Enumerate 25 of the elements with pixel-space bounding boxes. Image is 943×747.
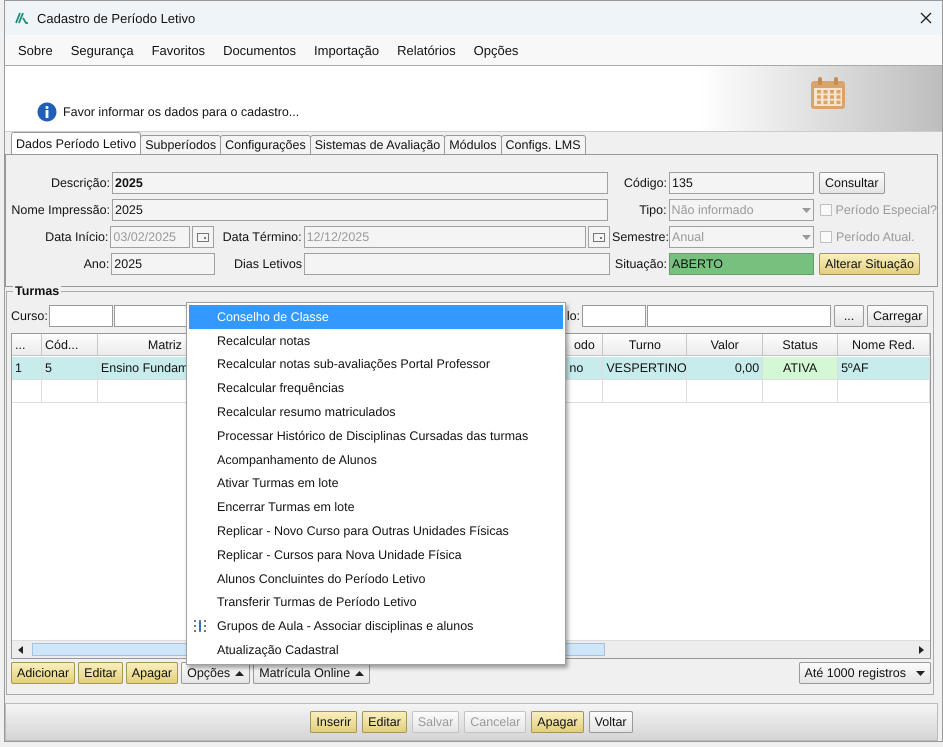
- field-label: Nome Impressão:: [10, 203, 110, 217]
- table-cell: 0,00: [687, 357, 764, 380]
- group-title: Turmas: [13, 284, 62, 298]
- table-cell: ATIVA: [763, 357, 838, 380]
- field-label: Curso:: [11, 309, 48, 323]
- field-label: Descrição:: [50, 176, 110, 190]
- table-cell: VESPERTINO: [603, 357, 688, 380]
- field-label: Semestre:: [612, 230, 667, 244]
- window-title: Cadastro de Período Letivo: [37, 10, 196, 26]
- checkbox-label: Período Especial?: [836, 203, 937, 217]
- field-label: Ano:: [82, 257, 110, 271]
- field-label: Dias Letivos: [232, 257, 302, 271]
- table-cell: 5: [42, 357, 98, 380]
- field-label: Tipo:: [638, 203, 667, 217]
- field-label: Situação:: [614, 257, 667, 271]
- field-label: Data Término:: [222, 230, 302, 244]
- status-field: ABERTO: [669, 253, 814, 275]
- field-label: Código:: [622, 176, 667, 190]
- info-message: Favor informar os dados para o cadastro...: [63, 105, 300, 121]
- field-label: lo:: [566, 309, 580, 323]
- table-cell: 1: [12, 357, 42, 380]
- table-cell: 5ºAF: [838, 357, 930, 380]
- field-label: Data Início:: [44, 230, 108, 244]
- table-cell: no: [566, 357, 604, 380]
- checkbox-label: Período Atual.: [836, 230, 915, 244]
